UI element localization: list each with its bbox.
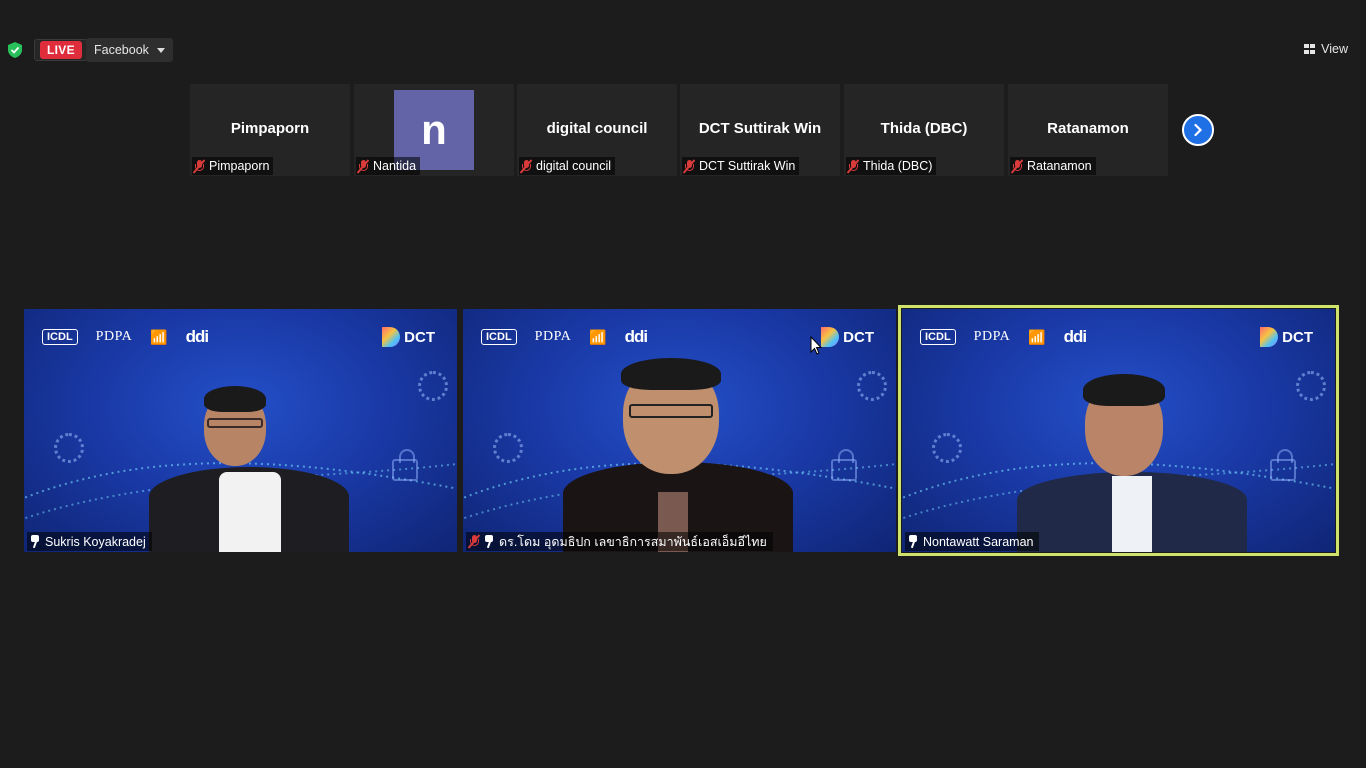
ddi-logo: ddi [1063, 327, 1087, 346]
pin-icon [484, 535, 494, 548]
video-label: ดร.โดม อุดมธิปก เลขาธิการสมาพันธ์เอสเอ็ม… [466, 532, 773, 551]
participant-name: Pimpaporn [209, 159, 270, 173]
pdpa-logo: PDPA [95, 329, 133, 344]
wifi-logo-icon: 📶 [1028, 328, 1046, 345]
participant-display-name: Thida (DBC) [880, 120, 968, 137]
participant-name: Nantida [373, 159, 417, 173]
mic-muted-icon [1010, 158, 1024, 174]
dct-logo-text: DCT [404, 328, 435, 346]
grid-icon [1304, 44, 1316, 54]
participant-video [563, 352, 793, 552]
participant-name: Ratanamon [1027, 159, 1092, 173]
video-label: Nontawatt Saraman [905, 532, 1040, 551]
participant-name: DCT Suttirak Win [699, 159, 796, 173]
mic-muted-icon [519, 158, 533, 174]
dct-logo-text: DCT [843, 328, 874, 346]
next-page-button[interactable] [1182, 114, 1214, 146]
gear-icon [1296, 371, 1326, 401]
pdpa-logo: PDPA [973, 329, 1011, 344]
chevron-down-icon [156, 47, 165, 53]
gear-icon [493, 433, 523, 463]
participant-video [1017, 372, 1247, 552]
video-tile-nontawatt[interactable]: ICDL PDPA 📶 ddi DCT Nontawatt Saraman [898, 305, 1339, 556]
video-tile-dome[interactable]: ICDL PDPA 📶 ddi DCT ดร.โดม อุดมธิปก เลขา… [463, 309, 896, 552]
lock-icon [392, 449, 418, 481]
participant-display-name: digital council [546, 120, 648, 137]
gear-icon [418, 371, 448, 401]
security-shield-icon[interactable] [8, 42, 22, 58]
participant-name: digital council [536, 159, 612, 173]
participant-tile-thida[interactable]: Thida (DBC) Thida (DBC) [844, 84, 1004, 176]
participant-name: Sukris Koyakradej [45, 534, 146, 549]
icdl-logo: ICDL [920, 329, 956, 345]
icdl-logo: ICDL [42, 329, 78, 345]
gear-icon [857, 371, 887, 401]
gear-icon [932, 433, 962, 463]
participant-tile-ratanamon[interactable]: Ratanamon Ratanamon [1008, 84, 1168, 176]
participant-label: digital council [519, 157, 616, 175]
mic-muted-icon [682, 158, 696, 174]
dct-logo: DCT [821, 327, 874, 347]
mic-muted-icon [356, 158, 370, 174]
participant-label: Pimpaporn [192, 157, 274, 175]
ddi-logo: ddi [624, 327, 648, 346]
lock-icon [1270, 449, 1296, 481]
participant-label: Nantida [356, 157, 421, 175]
pdpa-logo: PDPA [534, 329, 572, 344]
participant-label: Thida (DBC) [846, 157, 937, 175]
pin-icon [30, 535, 40, 548]
video-tile-sukris[interactable]: ICDL PDPA 📶 ddi DCT Sukris Koyakradej [24, 309, 457, 552]
participant-display-name: Ratanamon [1047, 120, 1129, 137]
participant-tile-pimpaporn[interactable]: Pimpaporn Pimpaporn [190, 84, 350, 176]
participant-tile-nantida[interactable]: n Nantida [354, 84, 514, 176]
mic-muted-icon [467, 534, 481, 549]
participant-tile-digital-council[interactable]: digital council digital council [517, 84, 677, 176]
live-indicator[interactable]: LIVE [34, 39, 88, 61]
participant-display-name: Pimpaporn [230, 120, 310, 137]
lock-icon [831, 449, 857, 481]
participant-tile-dct-suttirak-win[interactable]: DCT Suttirak Win DCT Suttirak Win [680, 84, 840, 176]
participant-label: DCT Suttirak Win [682, 157, 800, 175]
dct-logo: DCT [382, 327, 435, 347]
wifi-logo-icon: 📶 [150, 328, 168, 345]
participant-name: ดร.โดม อุดมธิปก เลขาธิการสมาพันธ์เอสเอ็ม… [499, 534, 767, 549]
sponsor-logos: ICDL PDPA 📶 ddi [42, 327, 209, 347]
sponsor-logos: ICDL PDPA 📶 ddi [920, 327, 1087, 347]
sponsor-logos: ICDL PDPA 📶 ddi [481, 327, 648, 347]
chevron-right-icon [1194, 123, 1203, 137]
dct-logo-text: DCT [1282, 328, 1313, 346]
participant-label: Ratanamon [1010, 157, 1096, 175]
stream-target-label: Facebook [94, 43, 149, 57]
gear-icon [54, 433, 84, 463]
participant-name: Nontawatt Saraman [923, 534, 1034, 549]
video-label: Sukris Koyakradej [27, 532, 152, 551]
pin-icon [908, 535, 918, 548]
participant-name: Thida (DBC) [863, 159, 933, 173]
wifi-logo-icon: 📶 [589, 328, 607, 345]
participant-display-name: DCT Suttirak Win [698, 120, 822, 137]
participant-video [149, 372, 349, 552]
ddi-logo: ddi [185, 327, 209, 346]
mic-muted-icon [846, 158, 860, 174]
dct-logo: DCT [1260, 327, 1313, 347]
stream-target-dropdown[interactable]: Facebook [86, 38, 173, 62]
view-label: View [1321, 42, 1348, 56]
icdl-logo: ICDL [481, 329, 517, 345]
mic-muted-icon [192, 158, 206, 174]
mouse-cursor-icon [810, 336, 822, 355]
view-button[interactable]: View [1304, 38, 1348, 60]
live-label: LIVE [40, 41, 82, 59]
